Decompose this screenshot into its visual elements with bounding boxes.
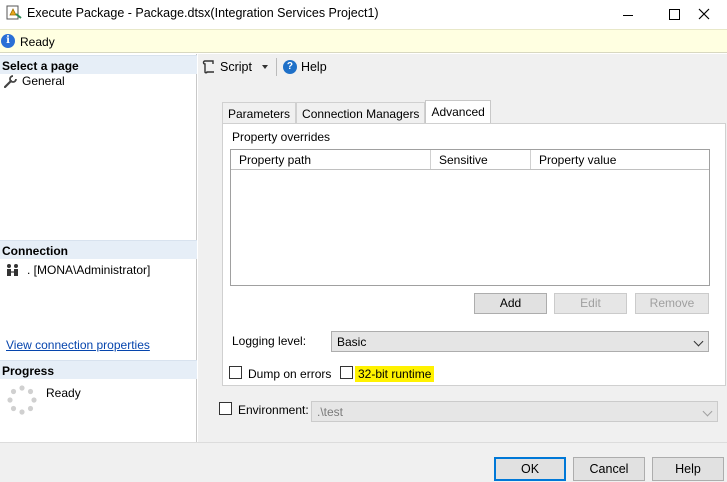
column-sensitive[interactable]: Sensitive (431, 150, 531, 169)
close-icon (698, 8, 710, 20)
remove-button[interactable]: Remove (635, 293, 709, 314)
left-pane: Select a page General Connection . [MONA… (0, 54, 197, 442)
runtime-32bit-checkbox[interactable] (340, 366, 353, 379)
logging-level-label: Logging level: (232, 334, 307, 348)
status-bar: i Ready (0, 29, 727, 53)
connection-value: . [MONA\Administrator] (27, 263, 151, 277)
info-icon: i (1, 34, 15, 48)
view-connection-properties-link[interactable]: View connection properties (6, 338, 150, 352)
dump-on-errors-checkbox[interactable] (229, 366, 242, 379)
help-icon: ? (282, 60, 297, 74)
add-button[interactable]: Add (474, 293, 547, 314)
page-item-general[interactable]: General (4, 74, 65, 88)
edit-button[interactable]: Edit (554, 293, 627, 314)
connection-header: Connection (0, 240, 197, 259)
environment-select[interactable]: .\test (311, 401, 718, 422)
title-bar: Execute Package - Package.dtsx(Integrati… (0, 0, 727, 28)
maximize-icon (668, 8, 680, 20)
close-button[interactable] (681, 0, 727, 28)
ok-button[interactable]: OK (494, 457, 566, 481)
progress-indicator (7, 385, 37, 418)
script-icon (202, 60, 214, 74)
server-connection-icon (7, 264, 18, 276)
dialog-footer: OK Cancel Help (0, 442, 727, 482)
toolbar-separator (275, 58, 277, 76)
logging-level-select[interactable]: Basic (331, 331, 709, 352)
advanced-tab-panel: Property overrides Property path Sensiti… (222, 123, 726, 386)
progress-header: Progress (0, 360, 197, 379)
spinner-icon (7, 385, 37, 415)
help-button[interactable]: Help (652, 457, 724, 481)
environment-label: Environment: (238, 403, 309, 417)
progress-status: Ready (46, 386, 81, 400)
page-item-label: General (22, 74, 65, 88)
grid-header: Property path Sensitive Property value (231, 150, 709, 170)
chevron-down-icon (693, 336, 704, 347)
dump-on-errors-label: Dump on errors (248, 367, 332, 381)
minimize-icon (623, 14, 633, 16)
cancel-button[interactable]: Cancel (573, 457, 645, 481)
tab-strip: Parameters Connection Managers Advanced (222, 100, 491, 124)
script-button[interactable]: Script (202, 60, 268, 74)
column-property-value[interactable]: Property value (531, 150, 709, 169)
help-label: Help (300, 60, 327, 74)
select-page-header: Select a page (0, 55, 197, 74)
minimize-button[interactable] (605, 0, 651, 28)
column-property-path[interactable]: Property path (231, 150, 431, 169)
connection-info: . [MONA\Administrator] (5, 263, 150, 277)
wrench-icon (4, 74, 17, 88)
environment-checkbox[interactable] (219, 402, 232, 415)
environment-value: .\test (317, 405, 344, 419)
toolbar: Script ? Help (198, 54, 727, 80)
tab-connection-managers[interactable]: Connection Managers (296, 102, 426, 124)
tab-parameters[interactable]: Parameters (222, 102, 297, 124)
logging-level-value: Basic (337, 335, 367, 349)
package-execute-icon (6, 5, 22, 21)
property-overrides-label: Property overrides (232, 130, 331, 144)
window-title: Execute Package - Package.dtsx(Integrati… (27, 6, 379, 20)
status-text: Ready (20, 35, 55, 49)
runtime-32bit-label: 32-bit runtime (355, 366, 435, 382)
script-label: Script (220, 60, 252, 74)
tab-advanced[interactable]: Advanced (425, 100, 491, 124)
chevron-down-icon (702, 406, 713, 417)
property-overrides-grid[interactable]: Property path Sensitive Property value (230, 149, 710, 286)
help-toolbar-button[interactable]: ? Help (282, 60, 327, 74)
chevron-down-icon[interactable] (261, 65, 268, 69)
right-pane: Script ? Help Parameters Connection Mana… (198, 54, 727, 442)
